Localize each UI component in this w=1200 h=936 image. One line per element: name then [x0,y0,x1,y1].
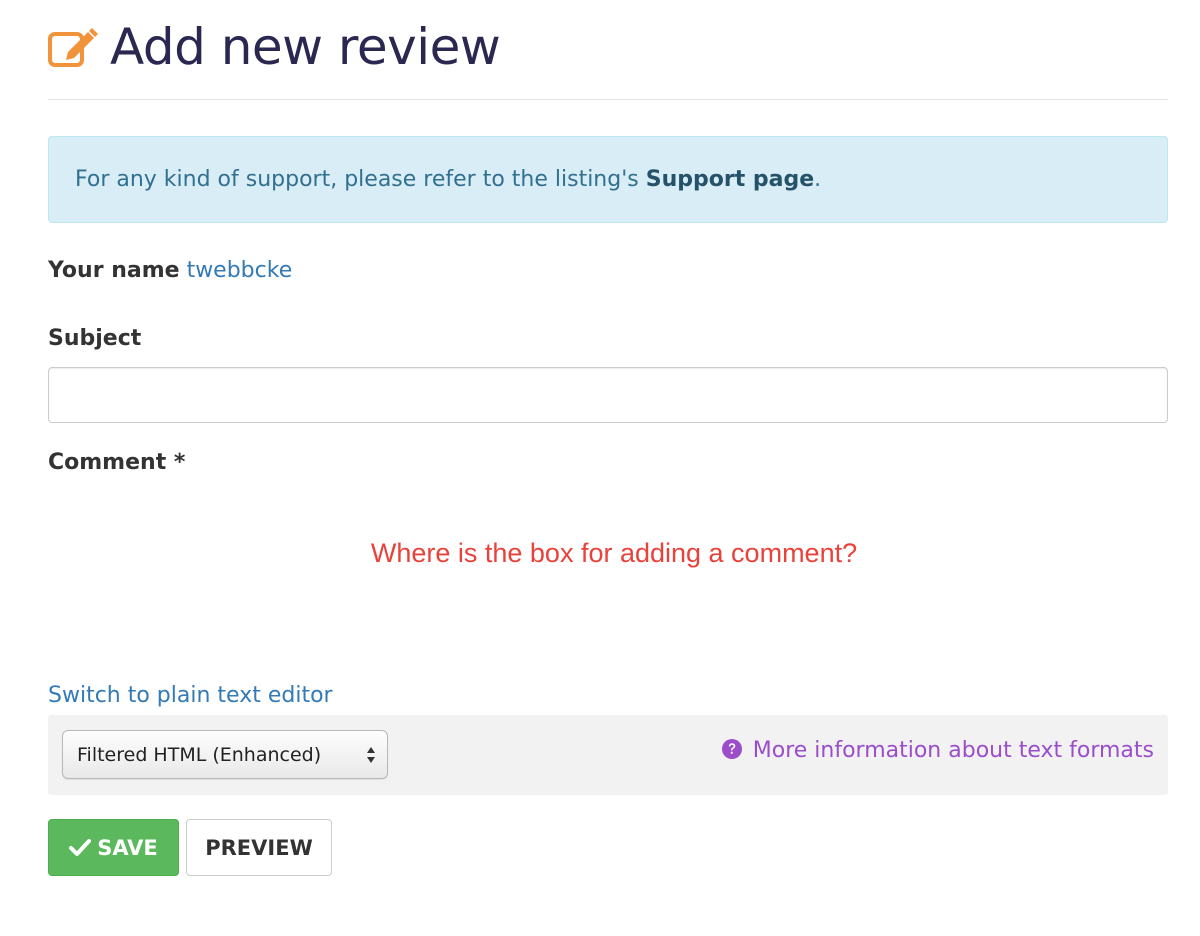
your-name-label: Your name [48,258,180,283]
select-arrows-icon [367,747,375,763]
username-link[interactable]: twebbcke [187,258,293,283]
subject-input[interactable] [48,367,1168,423]
subject-label: Subject [48,326,142,351]
preview-label: PREVIEW [205,835,313,860]
alert-text: For any kind of support, please refer to… [75,167,822,192]
text-format-bar: Filtered HTML (Enhanced) More informatio… [48,715,1168,795]
review-page: Add new review For any kind of support, … [48,0,1168,876]
more-info-text: More information about text formats [752,738,1154,763]
comment-label: Comment * [48,450,186,475]
page-title: Add new review [110,17,501,76]
text-format-selected: Filtered HTML (Enhanced) [77,743,322,766]
question-circle-icon [721,738,742,759]
more-info-link[interactable]: More information about text formats [721,738,1154,763]
save-label: SAVE [97,835,158,860]
edit-icon [48,27,98,67]
page-header: Add new review [48,0,1168,100]
save-button[interactable]: SAVE [48,819,179,876]
switch-plain-text-editor-link[interactable]: Switch to plain text editor [48,683,333,708]
annotation-text: Where is the box for adding a comment? [370,538,858,568]
check-icon [69,838,92,856]
preview-button[interactable]: PREVIEW [186,819,332,876]
support-page-link[interactable]: Support page [646,167,814,192]
your-name-row: Your name twebbcke [48,258,292,283]
text-format-select[interactable]: Filtered HTML (Enhanced) [62,730,388,779]
support-alert: For any kind of support, please refer to… [48,136,1168,223]
